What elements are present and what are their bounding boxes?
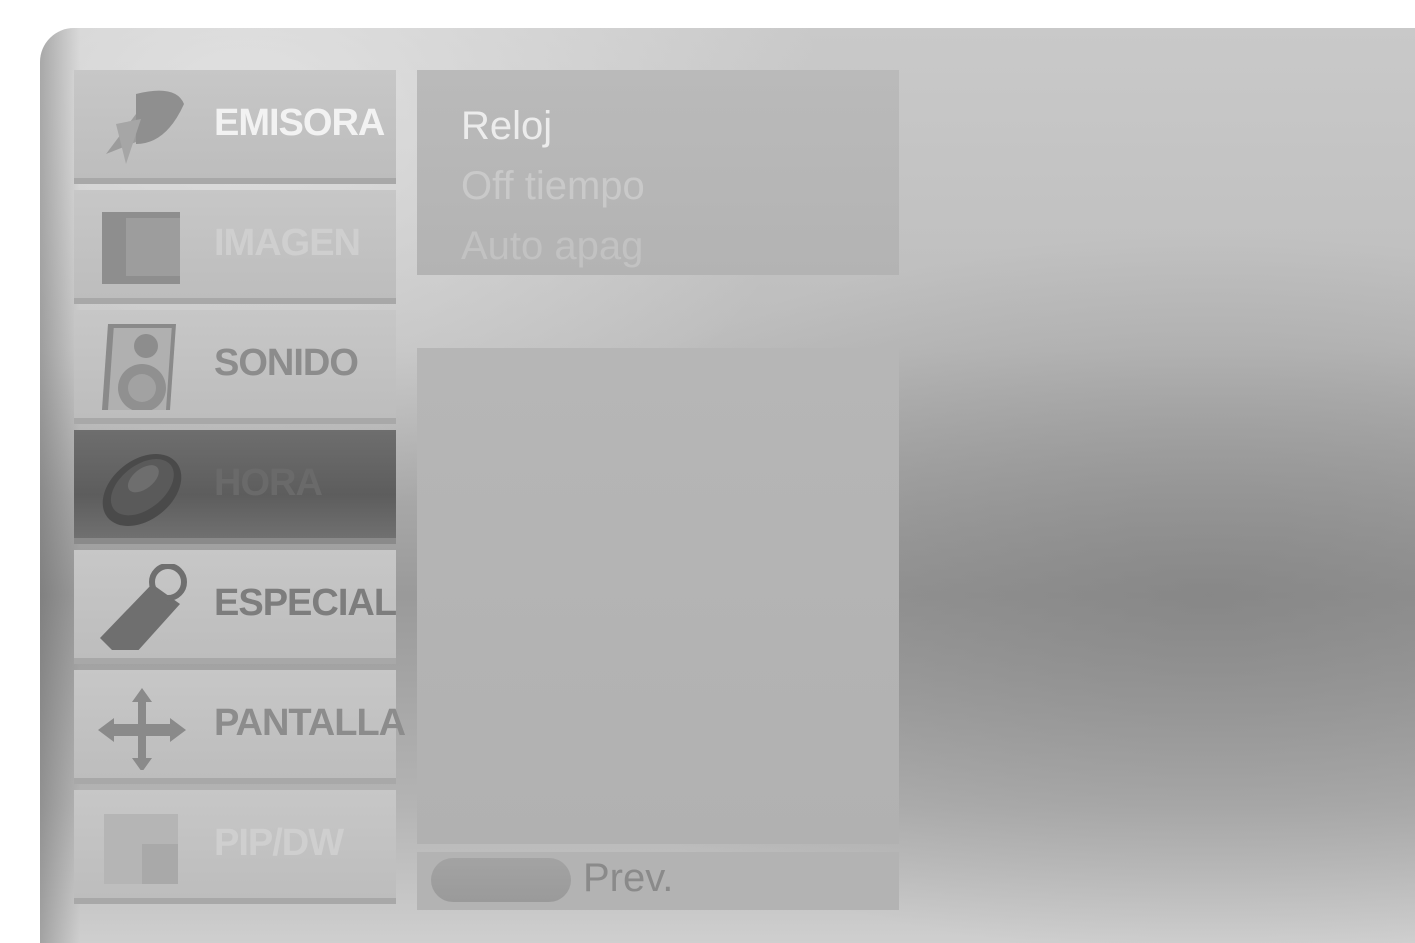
menu-item-label: EMISORA — [214, 102, 385, 144]
menu-item-sonido[interactable]: SONIDO — [74, 310, 396, 424]
prev-button-key[interactable] — [431, 858, 571, 902]
footer-bar: Prev. — [417, 852, 899, 910]
move-arrows-icon — [98, 688, 186, 770]
menu-item-pantalla[interactable]: PANTALLA — [74, 670, 406, 784]
menu-item-label: HORA — [214, 462, 323, 504]
submenu-option-off-tiempo[interactable]: Off tiempo — [461, 164, 645, 209]
submenu-option-auto-apag[interactable]: Auto apag — [461, 224, 643, 269]
menu-item-label: ESPECIAL — [214, 582, 397, 624]
tv-osd-screen: EMISORA IMAGEN SONIDO HORA ESPECIAL PANT… — [40, 28, 1415, 943]
menu-item-label: PIP/DW — [214, 822, 344, 864]
menu-item-hora[interactable]: HORA — [74, 430, 396, 544]
picture-icon — [102, 212, 180, 284]
speaker-icon — [101, 324, 176, 410]
prev-label: Prev. — [583, 856, 674, 900]
submenu-panel: Reloj Off tiempo Auto apag — [417, 70, 899, 275]
submenu-option-reloj[interactable]: Reloj — [461, 104, 552, 149]
clock-icon — [102, 454, 182, 526]
menu-item-label: SONIDO — [214, 342, 359, 384]
menu-item-imagen[interactable]: IMAGEN — [74, 190, 396, 304]
preview-panel — [417, 348, 899, 844]
tag-icon — [100, 564, 187, 650]
pip-icon — [104, 814, 178, 884]
menu-item-emisora[interactable]: EMISORA — [74, 70, 396, 184]
satellite-dish-icon — [106, 90, 184, 164]
menu-item-label: PANTALLA — [214, 702, 406, 744]
menu-item-label: IMAGEN — [214, 222, 361, 264]
menu-item-especial[interactable]: ESPECIAL — [74, 550, 397, 664]
menu-item-pip-dw[interactable]: PIP/DW — [74, 790, 396, 904]
